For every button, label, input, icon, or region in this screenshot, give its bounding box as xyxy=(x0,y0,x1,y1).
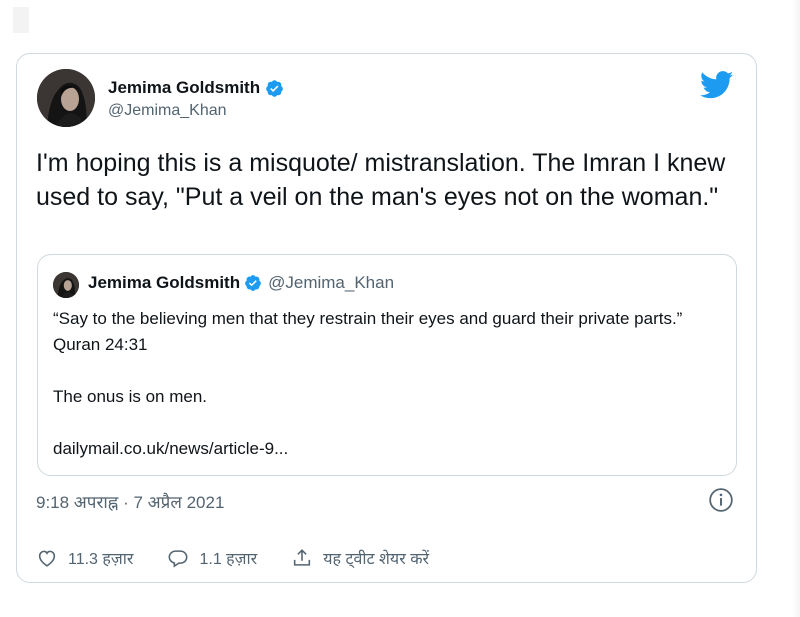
share-label: यह ट्वीट शेयर करें xyxy=(323,551,430,568)
share-button[interactable]: यह ट्वीट शेयर करें xyxy=(291,547,429,569)
author-avatar[interactable] xyxy=(37,69,95,127)
heart-icon xyxy=(38,550,56,567)
reply-count: 1.1 हज़ार xyxy=(199,551,258,568)
reply-button[interactable]: 1.1 हज़ार xyxy=(167,547,257,569)
like-count: 11.3 हज़ार xyxy=(68,551,134,568)
quoted-text-line: “Say to the believing men that they rest… xyxy=(53,309,683,354)
info-icon[interactable] xyxy=(708,487,734,513)
verified-badge-icon xyxy=(266,79,283,97)
share-icon xyxy=(294,549,311,566)
quoted-text: “Say to the believing men that they rest… xyxy=(53,306,718,462)
twitter-bird-icon[interactable] xyxy=(700,71,734,99)
quoted-author-name: Jemima Goldsmith xyxy=(88,273,241,292)
quoted-tweet[interactable]: Jemima Goldsmith @Jemima_Khan “Say to th… xyxy=(37,254,737,476)
quoted-link[interactable]: dailymail.co.uk/news/article-9... xyxy=(53,436,718,462)
author-handle[interactable]: @Jemima_Khan xyxy=(108,102,227,120)
author-name[interactable]: Jemima Goldsmith xyxy=(108,78,284,98)
verified-badge-icon xyxy=(245,275,261,291)
right-edge-shadow xyxy=(792,0,800,617)
tweet-text: I'm hoping this is a misquote/ mistransl… xyxy=(36,149,726,211)
quoted-header: Jemima Goldsmith @Jemima_Khan xyxy=(88,273,394,293)
comment-icon xyxy=(168,550,188,568)
tweet-timestamp[interactable]: 9:18 अपराह्न · 7 अप्रैल 2021 xyxy=(36,490,224,513)
quoted-author-avatar xyxy=(53,272,79,298)
top-left-fragment xyxy=(13,7,29,33)
quoted-author-handle: @Jemima_Khan xyxy=(268,273,395,292)
avatar-photo-icon xyxy=(53,272,79,298)
tweet-card: Jemima Goldsmith @Jemima_Khan I'm hoping… xyxy=(16,53,757,583)
like-button[interactable]: 11.3 हज़ार xyxy=(36,547,133,569)
author-name-text[interactable]: Jemima Goldsmith xyxy=(108,78,260,98)
avatar-photo-icon xyxy=(37,69,95,127)
action-bar: 11.3 हज़ार 1.1 हज़ार यह ट्वीट शेयर करें xyxy=(36,542,463,574)
quoted-text-line: The onus is on men. xyxy=(53,387,208,406)
